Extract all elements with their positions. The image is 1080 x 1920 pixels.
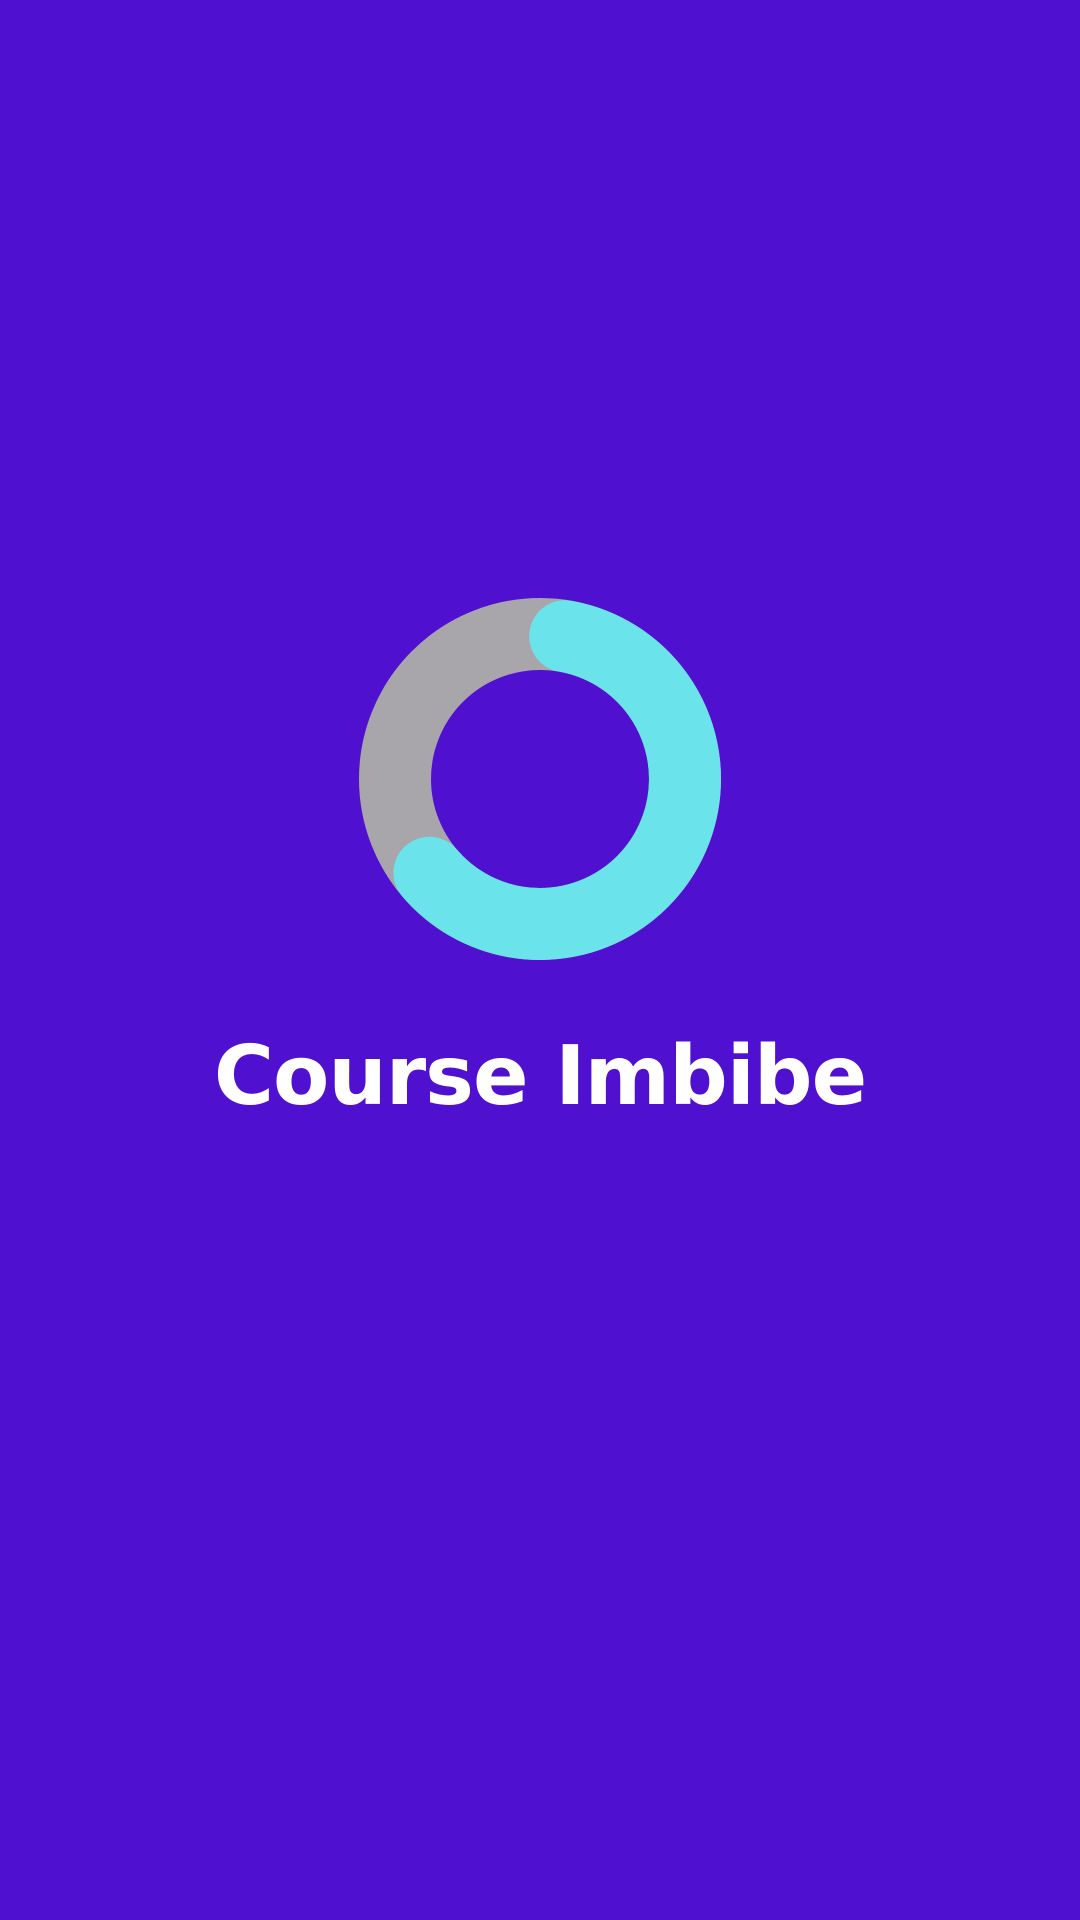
progress-ring-icon <box>358 597 722 961</box>
splash-screen: Course Imbibe <box>0 0 1080 1920</box>
app-title: Course Imbibe <box>213 1029 867 1124</box>
